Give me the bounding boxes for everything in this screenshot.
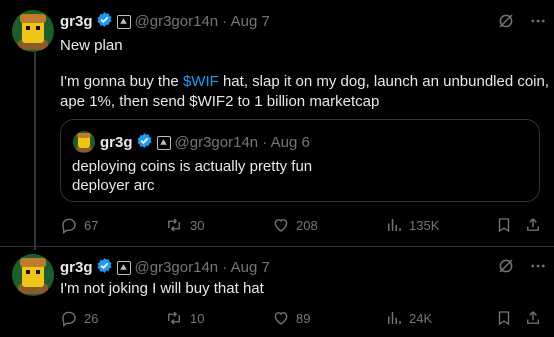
handle-and-date: @gr3gor14n · Aug 6 — [174, 134, 310, 151]
repost-icon — [168, 311, 180, 325]
views-button[interactable]: 24K — [385, 309, 432, 327]
repost-button[interactable]: 30 — [164, 216, 204, 234]
bookmark-icon — [498, 311, 510, 326]
text-fragment: hat, slap it on my dog, launch an unbund… — [218, 73, 550, 90]
handle-and-date[interactable]: @gr3gor14n · Aug 7 — [135, 259, 270, 276]
display-name[interactable]: gr3g — [60, 259, 93, 276]
repost-icon — [168, 218, 180, 232]
verified-badge-icon[interactable] — [96, 11, 113, 32]
reply-button[interactable]: 26 — [60, 309, 98, 327]
reply-button[interactable]: 67 — [60, 216, 98, 234]
share-button[interactable] — [524, 309, 542, 327]
reply-icon — [62, 218, 76, 234]
bookmark-button[interactable] — [495, 309, 513, 327]
like-button[interactable]: 208 — [272, 216, 318, 234]
affiliate-badge-icon[interactable] — [116, 14, 131, 29]
reply-icon — [62, 311, 76, 327]
share-icon — [527, 218, 539, 231]
verified-badge-icon — [136, 132, 153, 153]
views-count: 24K — [409, 310, 433, 326]
quoted-tweet-header: gr3g @gr3gor14n · Aug 6 — [100, 132, 310, 153]
bookmark-button[interactable] — [495, 216, 513, 234]
tweet-text-line-1: New plan — [60, 37, 123, 54]
affiliate-badge-icon — [156, 135, 171, 150]
thread-connector-line — [34, 52, 36, 250]
avatar[interactable] — [12, 254, 54, 296]
views-chart-icon — [388, 312, 401, 324]
repost-button[interactable]: 10 — [164, 309, 204, 327]
like-button[interactable]: 89 — [272, 309, 310, 327]
views-button[interactable]: 135K — [385, 216, 439, 234]
tweet-text: I'm not joking I will buy that hat — [60, 280, 264, 297]
tweet-header: gr3g @gr3gor14n · Aug 7 — [60, 11, 270, 32]
quoted-text-line-2: deployer arc — [72, 177, 155, 194]
reply-count: 26 — [84, 310, 99, 326]
tweet-text-line-3: ape 1%, then send $WIF2 to 1 billion mar… — [60, 93, 380, 110]
tweet-corner-actions — [497, 257, 547, 280]
tweet-header: gr3g @gr3gor14n · Aug 7 — [60, 257, 270, 278]
tweet-corner-actions — [497, 12, 547, 35]
like-count: 208 — [296, 217, 318, 233]
quoted-text-line-1: deploying coins is actually pretty fun — [72, 158, 313, 175]
quoted-tweet-card[interactable]: gr3g @gr3gor14n · Aug 6 deploying coins … — [60, 119, 540, 202]
heart-icon — [274, 312, 288, 325]
handle-and-date[interactable]: @gr3gor14n · Aug 7 — [135, 13, 270, 30]
heart-icon — [274, 219, 288, 232]
reply-count: 67 — [84, 217, 99, 233]
share-button[interactable] — [524, 216, 542, 234]
tweet-actions-bar: 26 10 89 24K — [60, 309, 544, 329]
display-name[interactable]: gr3g — [60, 13, 93, 30]
share-icon — [527, 311, 539, 324]
affiliate-badge-icon[interactable] — [116, 260, 131, 275]
display-name: gr3g — [100, 134, 133, 151]
avatar[interactable] — [12, 10, 54, 52]
cashtag-link[interactable]: $WIF — [183, 73, 219, 90]
bookmark-icon — [498, 218, 510, 233]
avatar — [73, 131, 95, 153]
more-options-icon[interactable] — [529, 257, 547, 280]
tweet-text-line-2: I'm gonna buy the $WIF hat, slap it on m… — [60, 72, 549, 92]
repost-count: 10 — [190, 310, 205, 326]
grok-icon[interactable] — [497, 257, 515, 280]
tweet-divider — [0, 246, 554, 247]
tweet-actions-bar: 67 30 208 135K — [60, 216, 544, 236]
views-chart-icon — [388, 219, 401, 231]
grok-icon[interactable] — [497, 12, 515, 35]
more-options-icon[interactable] — [529, 12, 547, 35]
verified-badge-icon[interactable] — [96, 257, 113, 278]
views-count: 135K — [409, 217, 440, 233]
text-fragment: I'm gonna buy the — [60, 73, 183, 90]
repost-count: 30 — [190, 217, 205, 233]
like-count: 89 — [296, 310, 311, 326]
